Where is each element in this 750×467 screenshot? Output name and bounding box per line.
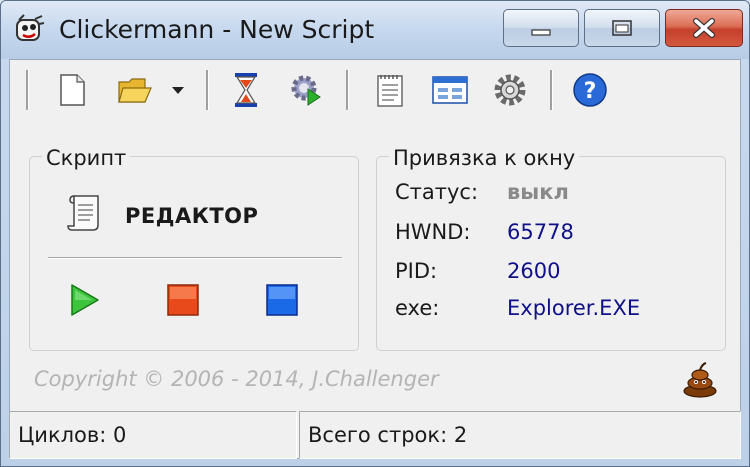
play-button[interactable] xyxy=(66,282,102,318)
window-binding-button[interactable] xyxy=(432,72,468,108)
run-with-settings-button[interactable] xyxy=(288,72,324,108)
title-bar[interactable]: Clickermann - New Script xyxy=(1,1,749,59)
help-button[interactable]: ? xyxy=(572,72,608,108)
editor-button[interactable]: РЕДАКТОР xyxy=(125,204,258,228)
window-icon xyxy=(432,76,468,104)
maximize-button[interactable] xyxy=(584,9,660,47)
main-panel: ? Скрипт РЕДАКТОР Привязка к окну Статус… xyxy=(9,59,741,459)
copyright-text: Copyright © 2006 - 2014, J.Challenger xyxy=(34,367,439,391)
svg-text:?: ? xyxy=(584,79,597,104)
maximize-icon xyxy=(612,20,632,36)
hwnd-key: HWND: xyxy=(395,220,471,244)
lines-counter: Всего строк: 2 xyxy=(299,411,741,459)
binding-group-title: Привязка к окну xyxy=(389,146,580,170)
close-icon xyxy=(693,18,715,38)
minimize-button[interactable] xyxy=(503,9,579,47)
settings-button[interactable] xyxy=(492,72,528,108)
new-file-icon xyxy=(60,74,85,106)
minimize-icon xyxy=(531,29,551,36)
app-window: Clickermann - New Script ? Скрипт РЕДАКТ… xyxy=(0,0,750,467)
help-icon: ? xyxy=(573,73,607,107)
notes-button[interactable] xyxy=(372,72,408,108)
open-folder-icon xyxy=(118,78,152,103)
clickermann-app-icon xyxy=(16,14,45,41)
delay-button[interactable] xyxy=(228,72,264,108)
status-key: Статус: xyxy=(395,180,479,204)
pause-button[interactable] xyxy=(264,282,300,318)
mascot-icon[interactable] xyxy=(680,358,720,398)
script-divider xyxy=(48,257,342,259)
chevron-down-icon xyxy=(172,87,184,94)
editor-icon[interactable] xyxy=(66,193,104,233)
toolbar-separator xyxy=(206,70,209,110)
cycles-counter: Циклов: 0 xyxy=(9,411,297,459)
toolbar: ? xyxy=(10,60,740,120)
gear-icon xyxy=(494,74,526,106)
gear-play-icon xyxy=(291,75,321,106)
toolbar-separator xyxy=(550,70,553,110)
stop-button[interactable] xyxy=(165,282,201,318)
hwnd-value: 65778 xyxy=(507,220,574,244)
hourglass-icon xyxy=(235,73,257,107)
window-title: Clickermann - New Script xyxy=(59,15,375,44)
open-script-button[interactable] xyxy=(117,72,153,108)
status-value: выкл xyxy=(507,180,569,204)
open-dropdown-button[interactable] xyxy=(166,72,190,108)
new-script-button[interactable] xyxy=(54,72,90,108)
pid-key: PID: xyxy=(395,259,438,283)
pid-value: 2600 xyxy=(507,259,561,283)
script-group: Скрипт xyxy=(29,146,359,351)
notepad-icon xyxy=(377,75,403,107)
toolbar-separator xyxy=(346,70,349,110)
exe-key: exe: xyxy=(395,296,440,320)
status-bar: Циклов: 0 Всего строк: 2 xyxy=(9,411,741,461)
toolbar-separator xyxy=(26,70,29,110)
close-button[interactable] xyxy=(665,9,743,47)
script-group-title: Скрипт xyxy=(42,146,131,170)
exe-value: Explorer.EXE xyxy=(507,296,641,320)
